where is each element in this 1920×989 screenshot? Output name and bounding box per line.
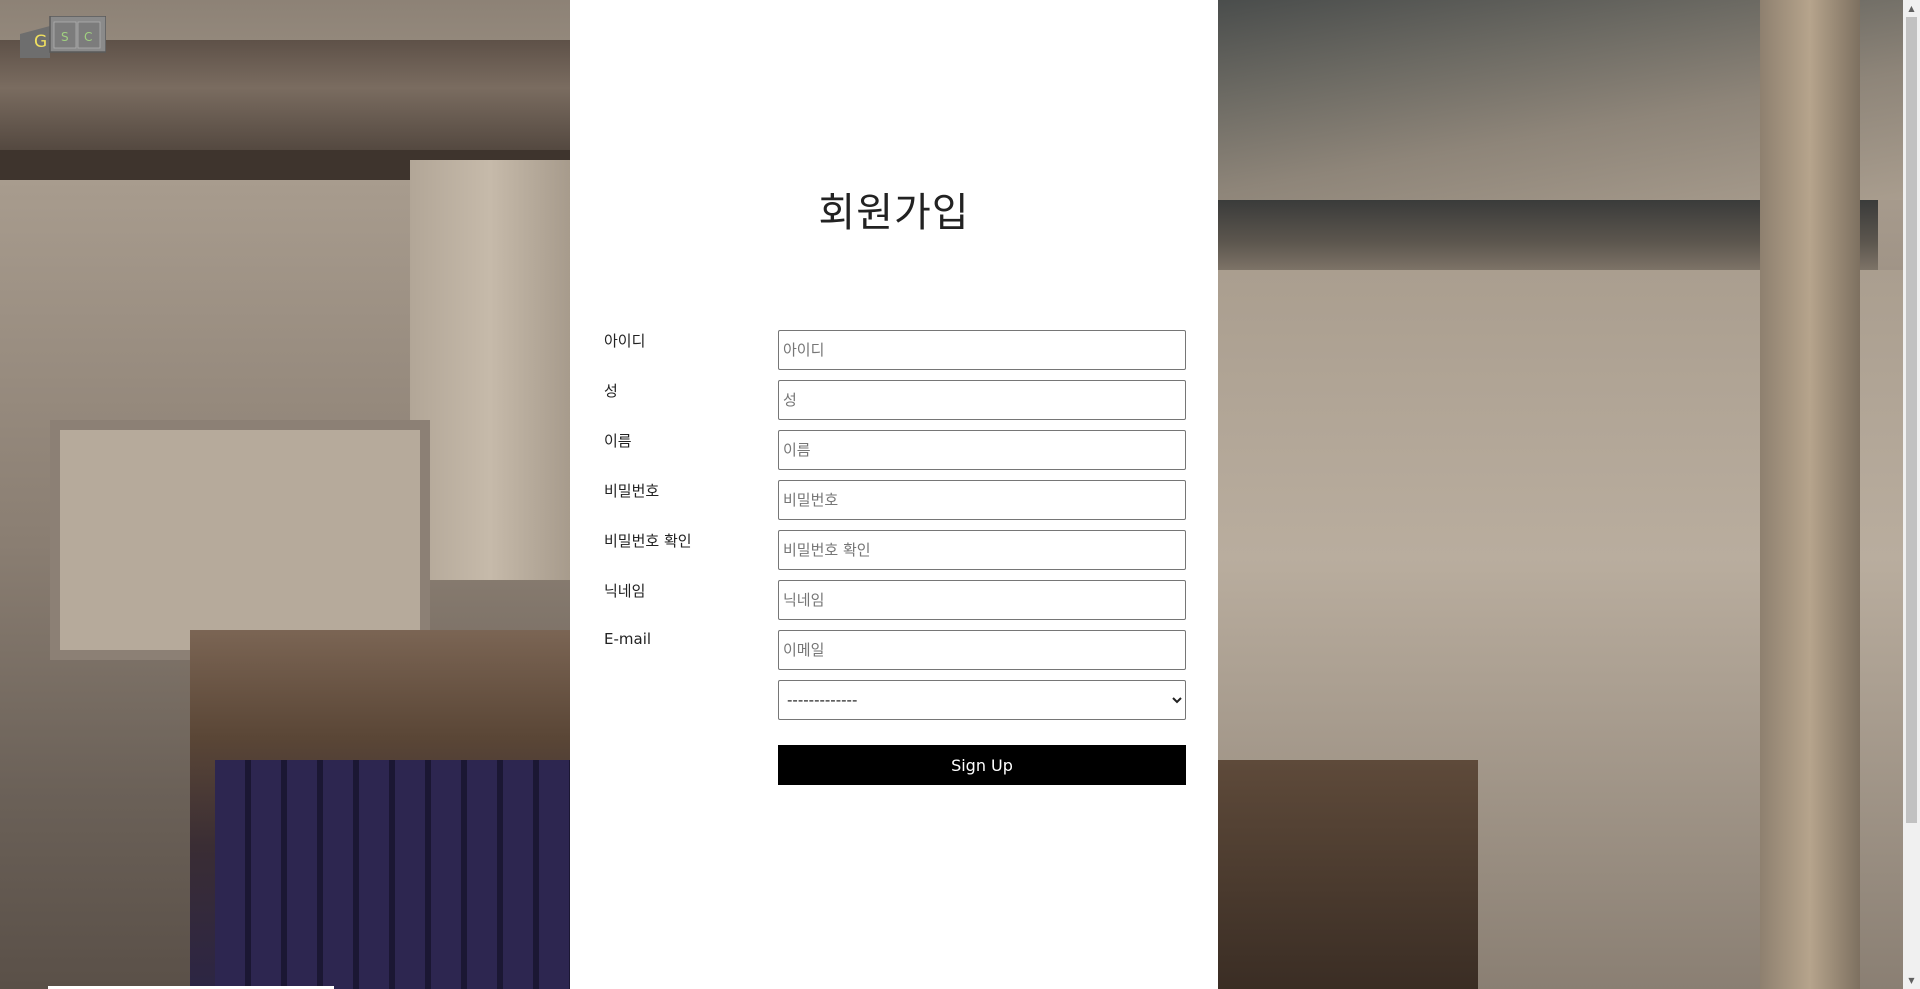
form-row-password: 비밀번호 bbox=[604, 480, 1188, 520]
last-name-label: 성 bbox=[604, 382, 618, 400]
password-label: 비밀번호 bbox=[604, 482, 660, 500]
vertical-scrollbar[interactable]: ▲ ▼ bbox=[1903, 0, 1920, 989]
background-panel-left bbox=[50, 420, 430, 660]
email-input[interactable] bbox=[778, 630, 1186, 670]
background-door-right bbox=[1218, 760, 1478, 989]
email-label: E-mail bbox=[604, 630, 652, 648]
form-row-username: 아이디 bbox=[604, 330, 1188, 370]
last-name-input[interactable] bbox=[778, 380, 1186, 420]
scroll-up-arrow-icon[interactable]: ▲ bbox=[1903, 0, 1920, 17]
background-pillar-right bbox=[1760, 0, 1860, 989]
password-confirm-input[interactable] bbox=[778, 530, 1186, 570]
form-row-nickname: 닉네임 bbox=[604, 580, 1188, 620]
username-input[interactable] bbox=[778, 330, 1186, 370]
password-input[interactable] bbox=[778, 480, 1186, 520]
scroll-down-arrow-icon[interactable]: ▼ bbox=[1903, 972, 1920, 989]
form-row-first-name: 이름 bbox=[604, 430, 1188, 470]
form-row-last-name: 성 bbox=[604, 380, 1188, 420]
page-background: G S C 회원가입 아이디 성 이름 비밀번호 비밀번호 확인 bbox=[0, 0, 1903, 989]
background-door bbox=[215, 760, 570, 989]
signup-panel: 회원가입 아이디 성 이름 비밀번호 비밀번호 확인 bbox=[570, 0, 1218, 989]
category-select[interactable]: ------------- bbox=[778, 680, 1186, 720]
nickname-label: 닉네임 bbox=[604, 582, 646, 600]
form-row-email: E-mail bbox=[604, 630, 1188, 670]
form-row-password-confirm: 비밀번호 확인 bbox=[604, 530, 1188, 570]
page-title: 회원가입 bbox=[818, 190, 970, 236]
logo-letter-c: C bbox=[84, 30, 92, 44]
nickname-input[interactable] bbox=[778, 580, 1186, 620]
password-confirm-label: 비밀번호 확인 bbox=[604, 532, 692, 550]
username-label: 아이디 bbox=[604, 332, 646, 350]
logo-letter-g: G bbox=[34, 32, 47, 52]
first-name-input[interactable] bbox=[778, 430, 1186, 470]
first-name-label: 이름 bbox=[604, 432, 632, 450]
sign-up-button[interactable]: Sign Up bbox=[778, 745, 1186, 785]
scrollbar-thumb[interactable] bbox=[1906, 17, 1917, 823]
gsc-logo[interactable]: G S C bbox=[20, 16, 106, 58]
background-cornice-left bbox=[0, 40, 570, 160]
logo-letter-s: S bbox=[61, 30, 69, 44]
background-pillar-left bbox=[410, 160, 570, 580]
